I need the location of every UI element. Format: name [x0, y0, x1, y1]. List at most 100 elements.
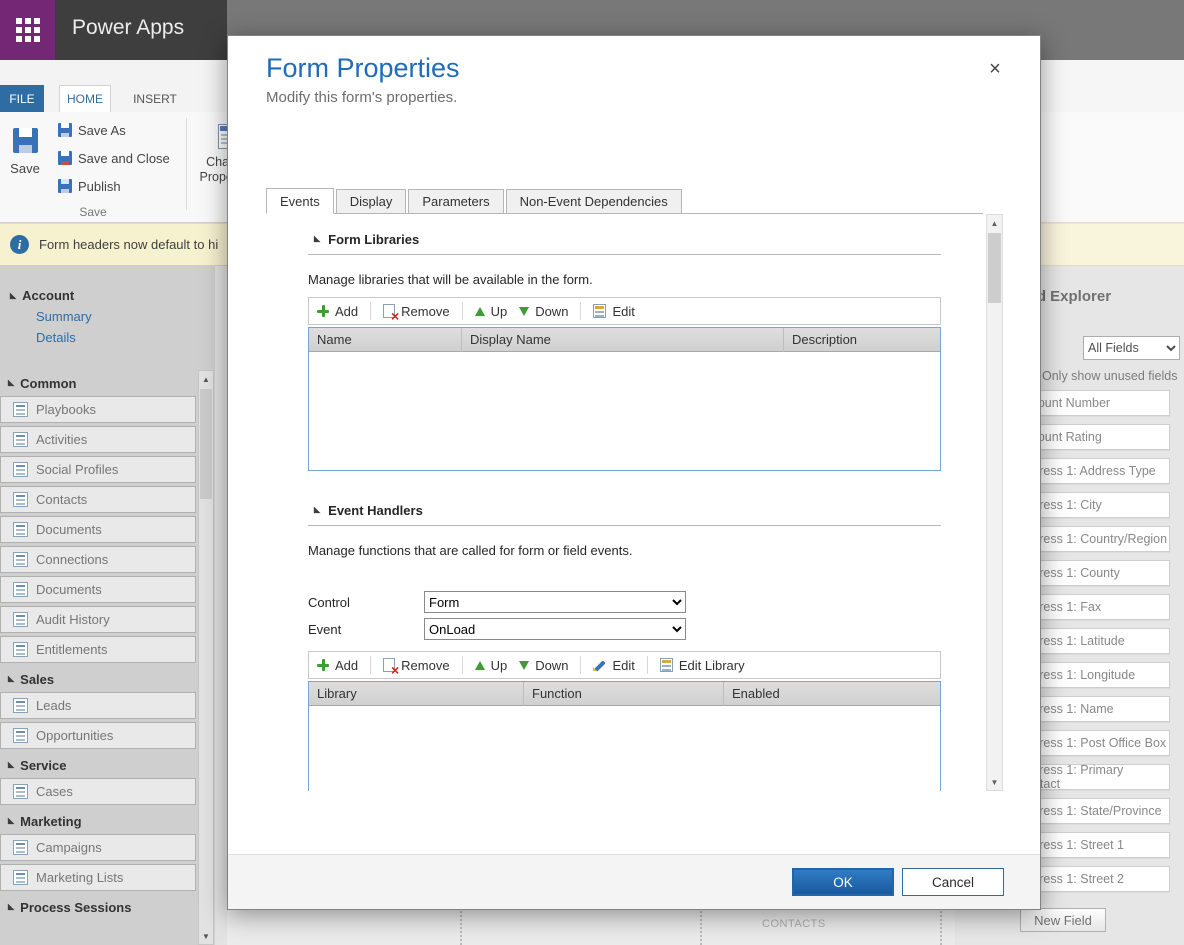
nav-item-label: Cases — [36, 784, 73, 799]
column-header-display-name[interactable]: Display Name — [462, 328, 784, 352]
event-select[interactable]: OnLoad — [424, 618, 686, 640]
toolbar-separator — [647, 656, 648, 674]
tab-parameters[interactable]: Parameters — [408, 189, 503, 213]
nav-item-documents-2[interactable]: Documents — [0, 576, 196, 603]
save-and-close-button[interactable]: Save and Close — [58, 148, 170, 168]
form-libraries-grid-body[interactable] — [309, 352, 940, 470]
publish-button[interactable]: Publish — [58, 176, 170, 196]
dialog-scrollbar[interactable]: ▲ ▼ — [986, 214, 1003, 791]
edit-icon — [593, 304, 606, 318]
nav-item-documents[interactable]: Documents — [0, 516, 196, 543]
tab-display[interactable]: Display — [336, 189, 407, 213]
app-launcher-button[interactable] — [0, 0, 55, 60]
tab-events[interactable]: Events — [266, 188, 334, 214]
nav-item-activities[interactable]: Activities — [0, 426, 196, 453]
column-header-library[interactable]: Library — [309, 682, 524, 706]
control-select[interactable]: Form — [424, 591, 686, 613]
add-handler-button[interactable]: Add — [317, 658, 358, 673]
save-and-close-label: Save and Close — [78, 151, 170, 166]
save-button[interactable]: Save — [4, 118, 46, 210]
nav-item-contacts[interactable]: Contacts — [0, 486, 196, 513]
form-libraries-section-header[interactable]: ◣ Form Libraries — [314, 231, 941, 247]
nav-section-common[interactable]: ◣ Common — [0, 370, 196, 396]
nav-section-sales[interactable]: ◣ Sales — [0, 666, 196, 692]
edit-handler-button[interactable]: Edit — [593, 658, 634, 673]
move-handler-down-button[interactable]: Down — [519, 658, 568, 673]
remove-icon — [383, 304, 395, 318]
form-libraries-description: Manage libraries that will be available … — [308, 272, 941, 287]
event-handlers-grid-body[interactable] — [309, 706, 940, 791]
remove-library-button[interactable]: Remove — [383, 304, 449, 319]
move-handler-up-button[interactable]: Up — [475, 658, 508, 673]
nav-item-label: Activities — [36, 432, 87, 447]
section-title: Form Libraries — [328, 232, 419, 247]
nav-section-label: Process Sessions — [20, 900, 131, 915]
opportunities-icon — [13, 728, 28, 743]
nav-item-leads[interactable]: Leads — [0, 692, 196, 719]
tab-home[interactable]: HOME — [59, 85, 111, 112]
cases-icon — [13, 784, 28, 799]
scroll-up-icon[interactable]: ▲ — [987, 215, 1002, 231]
nav-item-audit-history[interactable]: Audit History — [0, 606, 196, 633]
add-library-button[interactable]: Add — [317, 304, 358, 319]
nav-scrollbar-thumb[interactable] — [200, 389, 212, 499]
column-header-description[interactable]: Description — [784, 328, 940, 352]
column-header-enabled[interactable]: Enabled — [724, 682, 940, 706]
nav-link-details[interactable]: Details — [36, 330, 215, 345]
nav-section-process-sessions[interactable]: ◣ Process Sessions — [0, 894, 196, 920]
edit-label: Edit — [612, 304, 634, 319]
edit-library-button[interactable]: Edit Library — [660, 658, 745, 673]
nav-section-marketing[interactable]: ◣ Marketing — [0, 808, 196, 834]
move-library-down-button[interactable]: Down — [519, 304, 568, 319]
nav-link-summary[interactable]: Summary — [36, 309, 215, 324]
tab-file[interactable]: FILE — [0, 85, 44, 112]
dialog-scrollbar-thumb[interactable] — [988, 233, 1001, 303]
edit-library-icon — [660, 658, 673, 672]
nav-item-playbooks[interactable]: Playbooks — [0, 396, 196, 423]
ok-button[interactable]: OK — [792, 868, 894, 896]
event-handlers-description: Manage functions that are called for for… — [308, 543, 941, 558]
remove-handler-button[interactable]: Remove — [383, 658, 449, 673]
nav-item-marketing-lists[interactable]: Marketing Lists — [0, 864, 196, 891]
column-header-name[interactable]: Name — [309, 328, 462, 352]
tab-non-event-dependencies[interactable]: Non-Event Dependencies — [506, 189, 682, 213]
nav-section-label: Common — [20, 376, 76, 391]
event-handlers-section-header[interactable]: ◣ Event Handlers — [314, 502, 941, 518]
tab-insert[interactable]: INSERT — [126, 85, 184, 112]
save-group: Save As Save and Close Publish — [58, 120, 170, 196]
scroll-up-icon[interactable]: ▲ — [199, 371, 213, 387]
event-label: Event — [308, 622, 424, 637]
nav-item-opportunities[interactable]: Opportunities — [0, 722, 196, 749]
up-arrow-icon — [475, 661, 485, 670]
nav-item-social-profiles[interactable]: Social Profiles — [0, 456, 196, 483]
scroll-down-icon[interactable]: ▼ — [199, 928, 213, 944]
nav-item-campaigns[interactable]: Campaigns — [0, 834, 196, 861]
scroll-down-icon[interactable]: ▼ — [987, 774, 1002, 790]
column-header-function[interactable]: Function — [524, 682, 724, 706]
save-as-icon — [58, 123, 72, 137]
marketing-lists-icon — [13, 870, 28, 885]
up-label: Up — [491, 658, 508, 673]
event-handlers-grid: Library Function Enabled — [308, 681, 941, 791]
nav-section-service[interactable]: ◣ Service — [0, 752, 196, 778]
collapse-icon: ◣ — [8, 379, 14, 387]
move-library-up-button[interactable]: Up — [475, 304, 508, 319]
nav-item-label: Documents — [36, 522, 102, 537]
publish-label: Publish — [78, 179, 121, 194]
nav-item-label: Social Profiles — [36, 462, 118, 477]
nav-item-label: Contacts — [36, 492, 87, 507]
nav-scrollbar[interactable]: ▲ ▼ — [198, 370, 214, 945]
form-libraries-grid: Name Display Name Description — [308, 327, 941, 471]
dialog-tab-content: ◣ Form Libraries Manage libraries that w… — [266, 214, 983, 791]
nav-item-entitlements[interactable]: Entitlements — [0, 636, 196, 663]
save-as-button[interactable]: Save As — [58, 120, 170, 140]
add-label: Add — [335, 658, 358, 673]
save-icon — [13, 128, 38, 153]
edit-library-record-button[interactable]: Edit — [593, 304, 634, 319]
grid-header-row: Name Display Name Description — [309, 328, 940, 352]
collapse-icon: ◣ — [10, 292, 16, 300]
nav-item-connections[interactable]: Connections — [0, 546, 196, 573]
nav-item-cases[interactable]: Cases — [0, 778, 196, 805]
close-icon[interactable]: × — [984, 58, 1006, 80]
cancel-button[interactable]: Cancel — [902, 868, 1004, 896]
